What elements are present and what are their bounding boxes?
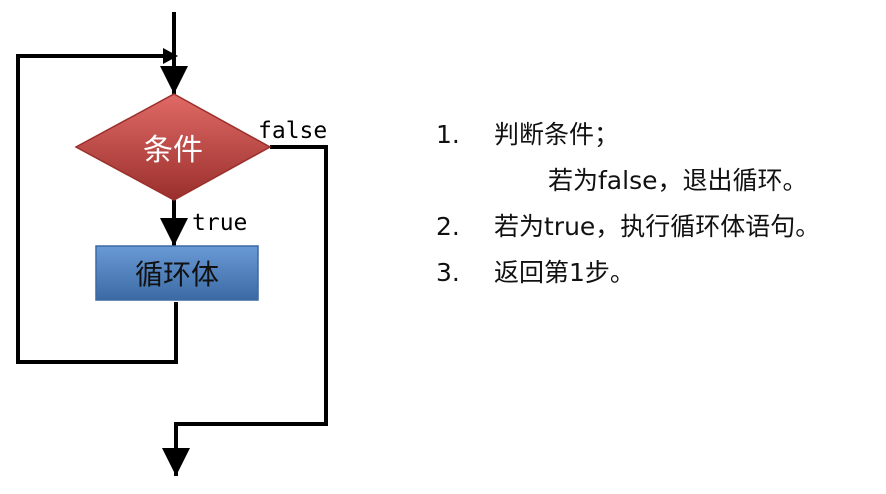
step-text: 判断条件； <box>494 120 620 149</box>
step-text: 若为false，退出循环。 <box>548 166 808 195</box>
step-1-detail: 若为false，退出循环。 <box>436 158 820 204</box>
false-label: false <box>258 118 327 144</box>
step-number: 2. <box>436 212 460 241</box>
loop-body-label: 循环体 <box>135 258 219 291</box>
loop-back-path <box>16 54 178 364</box>
step-1: 1. 判断条件； <box>436 112 820 158</box>
step-list: 1. 判断条件； 若为false，退出循环。 2. 若为true，执行循环体语句。 … <box>436 112 820 296</box>
false-branch-path <box>162 145 328 476</box>
step-number: 3. <box>436 258 460 287</box>
step-2: 2. 若为true，执行循环体语句。 <box>436 204 820 250</box>
step-text: 若为true，执行循环体语句。 <box>494 212 821 241</box>
step-3: 3. 返回第1步。 <box>436 250 820 296</box>
step-text: 返回第1步。 <box>494 258 635 287</box>
condition-label: 条件 <box>143 133 203 168</box>
true-label: true <box>192 210 247 236</box>
step-number: 1. <box>436 120 460 149</box>
